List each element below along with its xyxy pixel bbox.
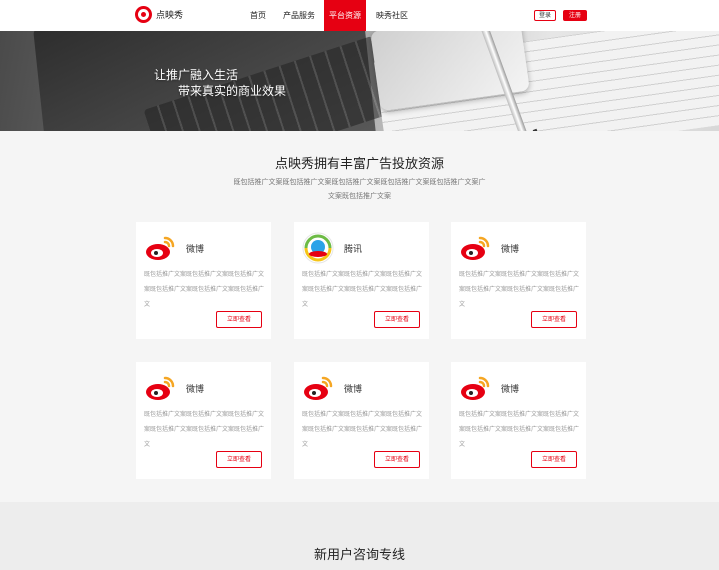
resource-card-weibo-2: 微博 既包括推广文案既包括推广文案既包括推广文案既包括推广文案既包括推广文案既包… — [451, 222, 586, 339]
view-now-button[interactable]: 立即查看 — [374, 311, 420, 328]
resource-card-weibo-1: 微博 既包括推广文案既包括推广文案既包括推广文案既包括推广文案既包括推广文案既包… — [136, 222, 271, 339]
weibo-icon — [146, 236, 175, 260]
view-now-button[interactable]: 立即查看 — [216, 451, 262, 468]
card-title: 微博 — [186, 385, 205, 395]
resources-description: 既包括推广文案既包括推广文案既包括推广文案既包括推广文案既包括推广文案广文案既包… — [233, 178, 486, 200]
consult-section: 新用户咨询专线 — [0, 502, 719, 570]
tencent-icon — [302, 232, 334, 264]
resource-card-weibo-5: 微博 既包括推广文案既包括推广文案既包括推广文案既包括推广文案既包括推广文案既包… — [451, 362, 586, 479]
consult-title: 新用户咨询专线 — [313, 548, 405, 563]
view-now-button[interactable]: 立即查看 — [216, 311, 262, 328]
hero-banner: 让推广融入生活 带来真实的商业效果 — [0, 31, 719, 131]
card-title: 微博 — [344, 385, 363, 395]
weibo-icon — [304, 376, 333, 400]
nav-home[interactable]: 首页 — [242, 0, 274, 31]
weibo-icon — [461, 236, 490, 260]
view-now-button[interactable]: 立即查看 — [531, 451, 577, 468]
top-header: 点映秀 首页 产品服务 平台资源 映秀社区 登录 注册 — [0, 0, 719, 31]
register-button[interactable]: 注册 — [563, 10, 587, 21]
weibo-icon — [146, 376, 175, 400]
card-title: 微博 — [186, 245, 205, 255]
card-description: 既包括推广文案既包括推广文案既包括推广文案既包括推广文案既包括推广文案既包括推广… — [459, 271, 580, 308]
card-description: 既包括推广文案既包括推广文案既包括推广文案既包括推广文案既包括推广文案既包括推广… — [302, 411, 423, 448]
banner-slogan-line2: 带来真实的商业效果 — [178, 84, 287, 98]
nav-products[interactable]: 产品服务 — [274, 0, 324, 31]
logo[interactable]: 点映秀 — [135, 6, 183, 23]
resource-card-tencent: 腾讯 既包括推广文案既包括推广文案既包括推广文案既包括推广文案既包括推广文案既包… — [294, 222, 429, 339]
resources-title: 点映秀拥有丰富广告投放资源 — [274, 157, 444, 172]
logo-text: 点映秀 — [156, 11, 184, 21]
logo-icon — [135, 6, 152, 23]
card-title: 微博 — [501, 245, 520, 255]
view-now-button[interactable]: 立即查看 — [374, 451, 420, 468]
card-description: 既包括推广文案既包括推广文案既包括推广文案既包括推广文案既包括推广文案既包括推广… — [144, 411, 265, 448]
view-now-button[interactable]: 立即查看 — [531, 311, 577, 328]
resource-card-weibo-3: 微博 既包括推广文案既包括推广文案既包括推广文案既包括推广文案既包括推广文案既包… — [136, 362, 271, 479]
card-title: 腾讯 — [344, 245, 363, 255]
nav-platform-resources[interactable]: 平台资源 — [324, 0, 366, 31]
card-description: 既包括推广文案既包括推广文案既包括推广文案既包括推广文案既包括推广文案既包括推广… — [302, 271, 423, 308]
banner-slogan-line1: 让推广融入生活 — [154, 68, 239, 82]
card-title: 微博 — [501, 385, 520, 395]
main-nav: 首页 产品服务 平台资源 映秀社区 — [242, 0, 418, 31]
resource-card-weibo-4: 微博 既包括推广文案既包括推广文案既包括推广文案既包括推广文案既包括推广文案既包… — [294, 362, 429, 479]
card-description: 既包括推广文案既包括推广文案既包括推广文案既包括推广文案既包括推广文案既包括推广… — [144, 271, 265, 308]
nav-community[interactable]: 映秀社区 — [366, 0, 418, 31]
card-description: 既包括推广文案既包括推广文案既包括推广文案既包括推广文案既包括推广文案既包括推广… — [459, 411, 580, 448]
login-button[interactable]: 登录 — [534, 10, 556, 21]
weibo-icon — [461, 376, 490, 400]
resources-section: 点映秀拥有丰富广告投放资源 既包括推广文案既包括推广文案既包括推广文案既包括推广… — [0, 131, 719, 502]
